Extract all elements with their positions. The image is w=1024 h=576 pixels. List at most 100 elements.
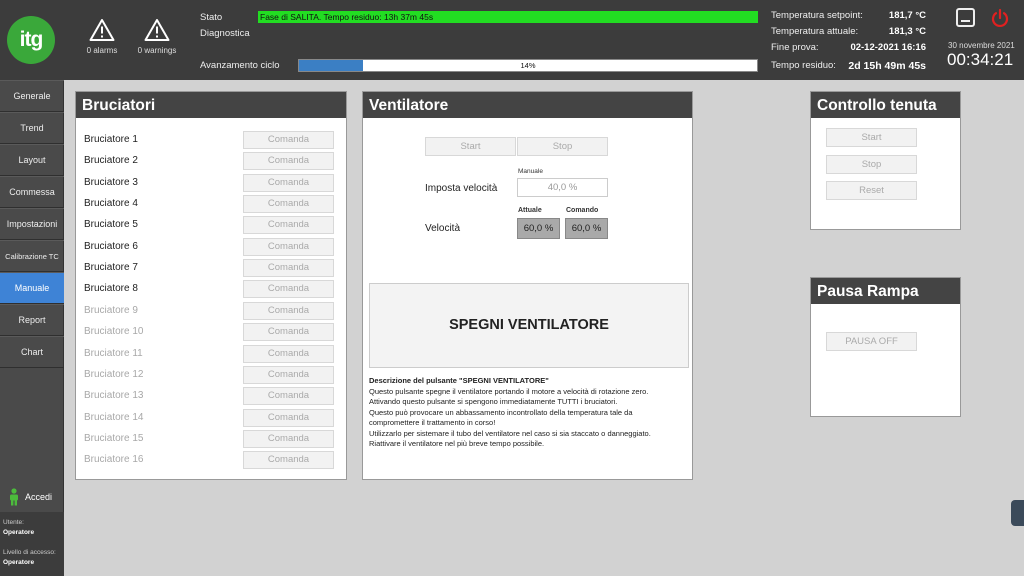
bruciatore-comanda-button[interactable]: Comanda xyxy=(243,301,334,320)
info-tempo-residuo: Tempo residuo: 2d 15h 49m 45s xyxy=(771,60,926,72)
accedi-button[interactable]: Accedi xyxy=(8,488,52,506)
pausa-rampa-panel: Pausa Rampa PAUSA OFF xyxy=(810,277,961,417)
minimize-icon[interactable] xyxy=(956,8,975,27)
ventilatore-stop-button[interactable]: Stop xyxy=(517,137,608,156)
sidebar-item-impostazioni[interactable]: Impostazioni xyxy=(0,208,64,240)
sidebar-item-report[interactable]: Report xyxy=(0,304,64,336)
controllo-tenuta-title: Controllo tenuta xyxy=(811,92,960,118)
warnings-indicator[interactable]: 0 warnings xyxy=(132,18,182,55)
description-line: Riattivare il ventilatore nel più breve … xyxy=(369,439,545,448)
info-value: 2d 15h 49m 45s xyxy=(848,60,926,72)
bruciatore-label: Bruciatore 14 xyxy=(84,411,144,423)
stato-label: Stato xyxy=(200,12,223,23)
description-line: Questo può provocare un abbassamento inc… xyxy=(369,407,633,417)
sidebar-item-trend[interactable]: Trend xyxy=(0,112,64,144)
bruciatore-comanda-button[interactable]: Comanda xyxy=(243,131,334,149)
warning-icon xyxy=(144,19,170,41)
bruciatore-label: Bruciatore 11 xyxy=(84,347,143,359)
bruciatore-comanda-button[interactable]: Comanda xyxy=(243,365,334,384)
bruciatore-label: Bruciatore 9 xyxy=(84,304,138,316)
sidebar-item-manuale[interactable]: Manuale xyxy=(0,272,64,304)
imposta-velocita-label: Imposta velocità xyxy=(425,183,498,194)
bruciatore-comanda-button[interactable]: Comanda xyxy=(243,195,334,214)
bruciatore-label: Bruciatore 7 xyxy=(84,262,138,274)
description-line: Attivando questo pulsante si spengono im… xyxy=(369,397,618,406)
bruciatore-label: Bruciatore 1 xyxy=(84,134,138,145)
sidebar-item-calibrazione-tc[interactable]: Calibrazione TC xyxy=(0,240,64,272)
alarms-count: 0 alarms xyxy=(86,46,118,55)
imposta-velocita-input[interactable]: 40,0 % xyxy=(517,178,608,197)
bruciatore-label: Bruciatore 15 xyxy=(84,432,144,444)
bruciatori-list: Bruciatore 1 Comanda Bruciatore 2 Comanda Br… xyxy=(76,92,346,479)
info-setpoint: Temperatura setpoint: 181,7 °C xyxy=(771,10,926,21)
avanzamento-progress-bar: 14% xyxy=(298,59,758,72)
info-attuale: Temperatura attuale: 181,3 °C xyxy=(771,26,926,37)
livello-label: Livello di accesso: xyxy=(3,549,56,556)
pausa-rampa-title: Pausa Rampa xyxy=(811,278,960,304)
user-icon xyxy=(10,488,18,506)
tenuta-start-button[interactable]: Start xyxy=(826,128,917,147)
side-panel-handle[interactable] xyxy=(1011,500,1024,526)
tenuta-stop-button[interactable]: Stop xyxy=(826,155,917,174)
ventilatore-title: Ventilatore xyxy=(363,92,692,118)
description-line: Utilizzarlo per sistemare il tubo del ve… xyxy=(369,428,651,438)
info-value: 02-12-2021 16:16 xyxy=(850,42,926,53)
bruciatore-comanda-button[interactable]: Comanda xyxy=(243,429,334,448)
livello-value: Operatore xyxy=(3,559,35,566)
bruciatore-comanda-button[interactable]: Comanda xyxy=(243,259,334,278)
spegni-ventilatore-button[interactable]: SPEGNI VENTILATORE xyxy=(369,283,689,368)
sidebar-item-generale[interactable]: Generale xyxy=(0,80,64,112)
bruciatore-comanda-button[interactable]: Comanda xyxy=(243,344,334,363)
bruciatore-comanda-button[interactable]: Comanda xyxy=(243,387,334,406)
bruciatore-comanda-button[interactable]: Comanda xyxy=(243,173,334,192)
bruciatore-label: Bruciatore 5 xyxy=(84,219,138,231)
pausa-off-button[interactable]: PAUSA OFF xyxy=(826,332,917,351)
sidebar-item-layout[interactable]: Layout xyxy=(0,144,64,176)
velocita-comando-value: 60,0 % xyxy=(565,218,608,239)
bruciatore-comanda-button[interactable]: Comanda xyxy=(243,216,334,235)
header-bar: itg 0 alarms 0 warnings Stato Fase di SA… xyxy=(0,0,1024,80)
bruciatore-label: Bruciatore 2 xyxy=(84,155,138,167)
diagnostica-label: Diagnostica xyxy=(200,28,250,39)
alarms-indicator[interactable]: 0 alarms xyxy=(77,18,127,55)
bruciatore-comanda-button[interactable]: Comanda xyxy=(243,237,334,256)
controllo-tenuta-panel: Controllo tenuta Start Stop Reset xyxy=(810,91,961,230)
power-icon[interactable] xyxy=(990,8,1010,28)
bruciatore-comanda-button[interactable]: Comanda xyxy=(243,323,334,342)
bruciatore-label: Bruciatore 16 xyxy=(84,454,144,466)
avanzamento-progress-text: 14% xyxy=(520,61,536,70)
ventilatore-panel: Ventilatore Start Stop Manuale Imposta v… xyxy=(362,91,693,480)
warnings-count: 0 warnings xyxy=(137,46,177,55)
bruciatore-comanda-button[interactable]: Comanda xyxy=(243,451,334,470)
bruciatore-comanda-button[interactable]: Comanda xyxy=(243,280,334,299)
bruciatore-label: Bruciatore 13 xyxy=(84,390,144,402)
info-label: Tempo residuo: xyxy=(771,60,836,71)
info-value: 181,7 °C xyxy=(888,10,926,21)
info-label: Fine prova: xyxy=(771,42,819,53)
comando-label: Comando xyxy=(566,207,599,214)
bruciatore-comanda-button[interactable]: Comanda xyxy=(243,408,334,427)
bruciatore-label: Bruciatore 10 xyxy=(84,326,144,338)
velocita-label: Velocità xyxy=(425,223,461,234)
spegni-description: Descrizione del pulsante "SPEGNI VENTILA… xyxy=(369,376,691,450)
info-label: Temperatura attuale: xyxy=(771,26,859,37)
description-title: Descrizione del pulsante "SPEGNI VENTILA… xyxy=(369,376,549,385)
utente-label: Utente: xyxy=(3,519,24,526)
info-fine-prova: Fine prova: 02-12-2021 16:16 xyxy=(771,42,926,53)
sidebar-item-chart[interactable]: Chart xyxy=(0,336,64,368)
ventilatore-start-button[interactable]: Start xyxy=(425,137,516,156)
bruciatore-comanda-button[interactable]: Comanda xyxy=(243,152,334,171)
description-line: compromettere il trattamento in corso! xyxy=(369,418,496,427)
manuale-label: Manuale xyxy=(518,168,543,175)
bruciatore-label: Bruciatore 12 xyxy=(84,368,144,380)
stato-value: Fase di SALITA. Tempo residuo: 13h 37m 4… xyxy=(258,11,758,23)
accedi-label: Accedi xyxy=(25,492,53,502)
bruciatore-label: Bruciatore 8 xyxy=(84,283,138,295)
bruciatore-label: Bruciatore 3 xyxy=(84,176,138,188)
tenuta-reset-button[interactable]: Reset xyxy=(826,181,917,200)
user-info: Utente: Operatore Livello di accesso: Op… xyxy=(0,512,64,576)
info-value: 181,3 °C xyxy=(888,26,926,37)
description-line: Questo pulsante spegne il ventilatore po… xyxy=(369,386,649,396)
alarm-warning-icon xyxy=(89,19,115,41)
sidebar-item-commessa[interactable]: Commessa xyxy=(0,176,64,208)
